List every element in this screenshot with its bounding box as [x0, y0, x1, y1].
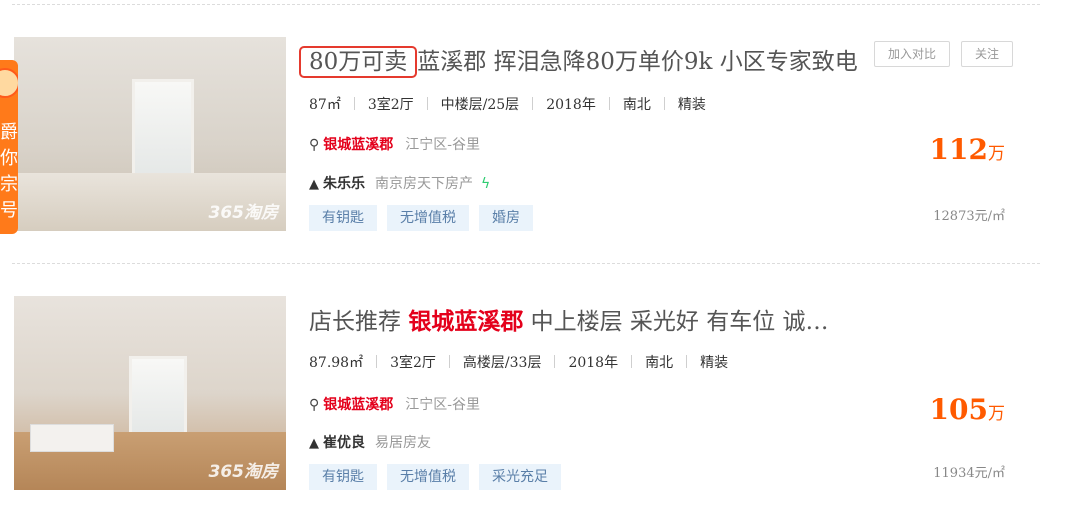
meta-decoration: 精装: [700, 355, 729, 371]
total-price: 105万: [930, 393, 1005, 426]
listing-location: ⚲ 银城蓝溪郡 江宁区-谷里: [309, 394, 480, 414]
listing-agent: ▲ 崔优良 易居房友: [309, 432, 431, 452]
meta-floor: 高楼层/33层: [462, 355, 542, 371]
listing-meta: 87.98㎡ 3室2厅 高楼层/33层 2018年 南北 精装: [309, 352, 728, 372]
tag: 婚房: [479, 205, 533, 231]
listing-separator: [12, 263, 1040, 264]
tag: 无增值税: [387, 205, 469, 231]
person-icon: ▲: [309, 436, 319, 451]
meta-area: 87.98㎡: [309, 355, 364, 371]
listing-card[interactable]: 365淘房 店长推荐 银城蓝溪郡 中上楼层 采光好 有车位 诚… 87.98㎡ 3…: [0, 0, 1080, 490]
title-text: 中上楼层 采光好 有车位 诚…: [530, 309, 829, 335]
window-image: [129, 356, 187, 440]
photo-watermark: 365淘房: [208, 462, 279, 482]
tag: 采光充足: [479, 464, 561, 490]
unit-price: 12873元/㎡: [933, 209, 1005, 224]
title-community: 银城蓝溪郡: [408, 308, 524, 335]
listing-tags: 有钥匙 无增值税 婚房: [309, 205, 543, 231]
price-unit: 万: [988, 404, 1005, 424]
unit-price: 11934元/㎡: [933, 466, 1005, 481]
district-text: 江宁区-谷里: [405, 397, 480, 413]
listing-photo[interactable]: 365淘房: [14, 296, 286, 490]
price-value: 105: [929, 393, 988, 426]
agent-name[interactable]: 崔优良: [323, 435, 365, 451]
tag: 有钥匙: [309, 464, 377, 490]
community-link[interactable]: 银城蓝溪郡: [323, 397, 393, 413]
listing-tags: 有钥匙 无增值税 采光充足: [309, 464, 571, 490]
listing-title[interactable]: 店长推荐 银城蓝溪郡 中上楼层 采光好 有车位 诚…: [309, 302, 829, 336]
photo-watermark: 365淘房: [208, 203, 279, 223]
tv-cabinet-image: [30, 424, 114, 452]
meta-orientation: 南北: [645, 355, 674, 371]
agent-company: 易居房友: [375, 435, 431, 451]
meta-year: 2018年: [568, 355, 619, 371]
location-pin-icon: ⚲: [309, 397, 320, 413]
tag: 无增值税: [387, 464, 469, 490]
meta-layout: 3室2厅: [390, 355, 436, 371]
title-prefix: 店长推荐: [309, 309, 401, 335]
tag: 有钥匙: [309, 205, 377, 231]
